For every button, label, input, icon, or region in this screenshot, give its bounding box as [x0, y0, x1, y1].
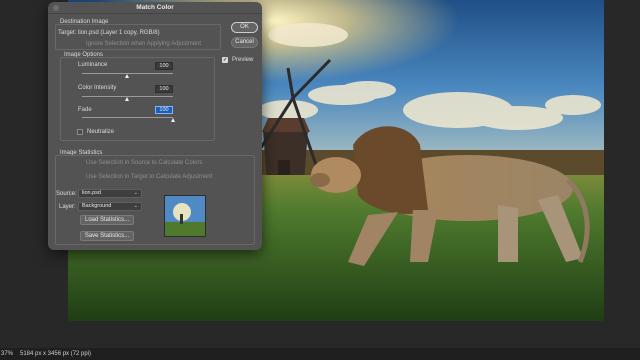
preview-label: Preview [232, 57, 254, 63]
chevron-down-icon: ⌄ [133, 203, 138, 209]
dialog-title: Match Color [136, 4, 174, 11]
dialog-titlebar: Match Color [48, 2, 262, 14]
luminance-label: Luminance [78, 62, 108, 68]
neutralize-checkbox[interactable] [77, 129, 83, 135]
zoom-level[interactable]: 37% [1, 348, 13, 360]
ignore-selection-option[interactable]: Ignore Selection when Applying Adjustmen… [86, 41, 201, 47]
preview-checkbox[interactable]: ✓ [222, 57, 228, 63]
save-statistics-button[interactable]: Save Statistics... [80, 231, 134, 241]
neutralize-label: Neutralize [87, 129, 115, 135]
layer-select-value: Background [82, 203, 112, 209]
source-thumbnail [164, 195, 206, 237]
source-select-value: lion.psd [82, 190, 101, 196]
image-options-group [60, 57, 215, 141]
fade-label: Fade [78, 107, 92, 113]
ok-button[interactable]: OK [231, 22, 258, 33]
photoshop-workspace: Match Color Destination Image Target: li… [0, 0, 640, 360]
chevron-down-icon: ⌄ [133, 190, 138, 196]
target-label: Target: [58, 30, 77, 36]
target-value: lion.psd (Layer 1 copy, RGB/8) [78, 30, 160, 36]
document-dimensions: 5184 px x 3456 px (72 ppi) [20, 351, 92, 357]
use-selection-target-option[interactable]: Use Selection in Target to Calculate Adj… [86, 174, 212, 180]
layer-select[interactable]: Background ⌄ [78, 202, 142, 211]
cancel-button[interactable]: Cancel [231, 37, 258, 48]
source-label: Source: [56, 191, 77, 197]
luminance-field[interactable]: 100 [155, 62, 173, 70]
close-window-icon[interactable] [53, 5, 59, 11]
status-bar: 37% 5184 px x 3456 px (72 ppi) [0, 348, 640, 360]
color-intensity-field[interactable]: 100 [155, 85, 173, 93]
fade-slider-thumb[interactable] [170, 118, 175, 122]
use-selection-source-option[interactable]: Use Selection in Source to Calculate Col… [86, 160, 202, 166]
source-select[interactable]: lion.psd ⌄ [78, 189, 142, 198]
luminance-slider-thumb[interactable] [125, 74, 129, 78]
color-intensity-label: Color Intensity [78, 85, 117, 91]
fade-field[interactable]: 100 [155, 106, 173, 114]
fade-slider-track[interactable] [82, 117, 173, 118]
color-intensity-slider-thumb[interactable] [125, 97, 129, 101]
load-statistics-button[interactable]: Load Statistics... [80, 215, 134, 225]
match-color-dialog: Match Color Destination Image Target: li… [48, 2, 262, 250]
layer-label: Layer: [59, 204, 76, 210]
